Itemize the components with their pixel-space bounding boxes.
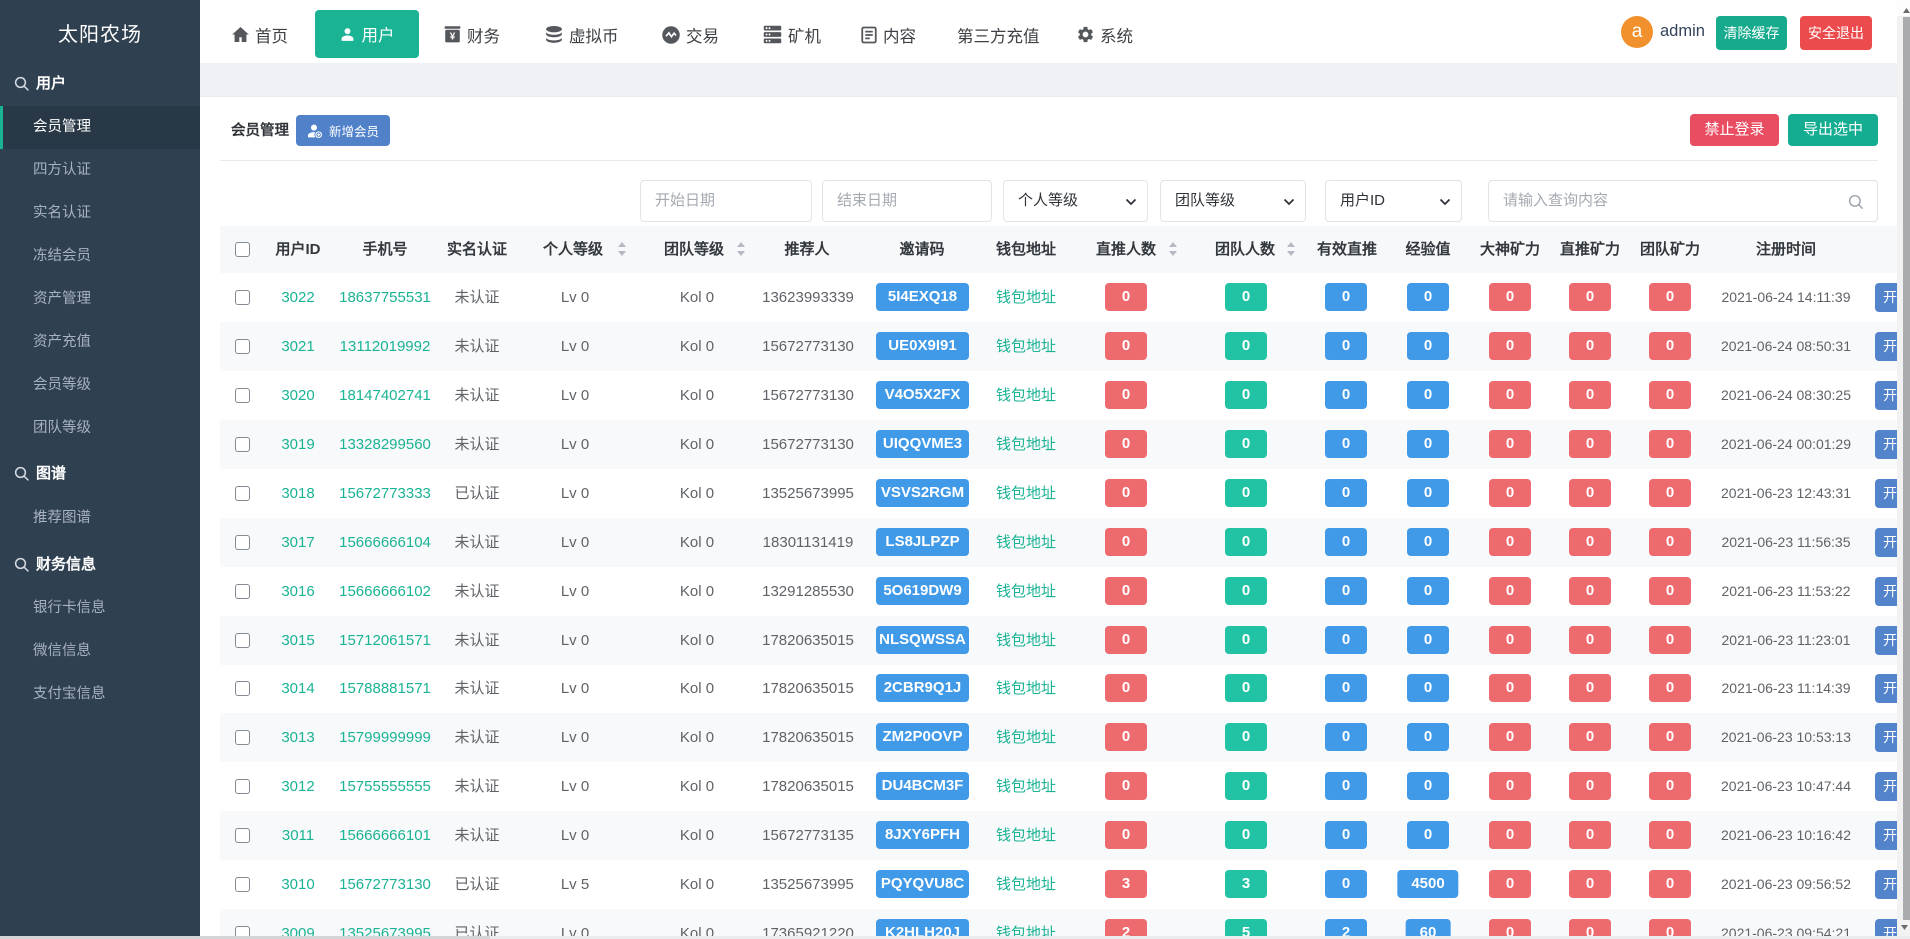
svg-text:¥: ¥ (450, 32, 456, 43)
